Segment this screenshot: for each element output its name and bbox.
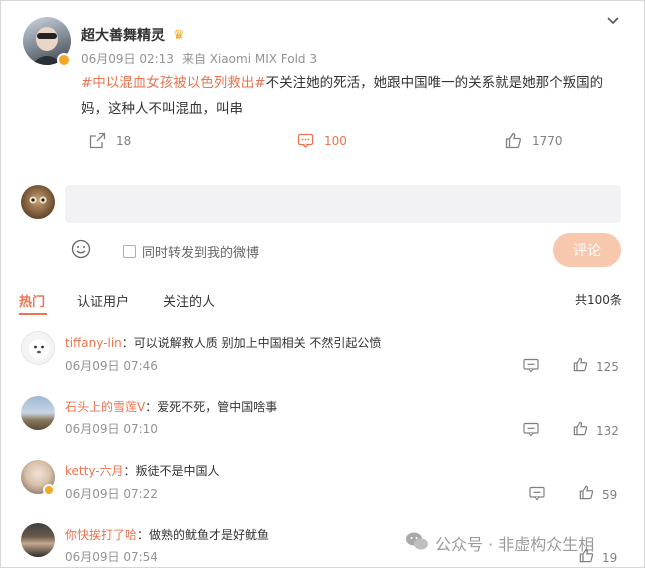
tab-hot-underline (19, 313, 47, 315)
comment-text: ：做熟的鱿鱼才是好鱿鱼 (137, 528, 270, 542)
thumbs-up-icon (505, 132, 522, 149)
weibo-post-card: 超大善舞精灵 ♛ 06月09日 02:13 来自 Xiaomi MIX Fold… (0, 0, 645, 568)
tab-verified[interactable]: 认证用户 (77, 291, 129, 310)
commenter-avatar[interactable] (21, 396, 55, 430)
repost-icon (89, 132, 106, 149)
wechat-icon (405, 531, 429, 555)
also-repost-checkbox[interactable] (123, 245, 136, 258)
post-body: #中以混血女孩被以色列救出#不关注她的死活，她跟中国唯一的关系就是她那个叛国的 … (81, 70, 621, 122)
commenter-avatar[interactable] (21, 523, 55, 557)
comment-like-button[interactable]: 132 (573, 421, 619, 440)
verified-badge (57, 53, 71, 67)
reply-icon[interactable] (529, 486, 545, 505)
comment-button[interactable]: 100 (297, 132, 347, 149)
post-text-line2: 妈，这种人不叫混血，叫串 (81, 101, 243, 117)
hashtag-link[interactable]: #中以混血女孩被以色列救出# (81, 75, 266, 91)
author-name[interactable]: 超大善舞精灵 (81, 25, 165, 45)
comment-time: 06月09日 07:10 (65, 422, 158, 436)
post-text-line1: 不关注她的死活，她跟中国唯一的关系就是她那个叛国的 (265, 75, 604, 91)
comment-like-count: 19 (602, 550, 618, 565)
emoji-icon[interactable] (71, 239, 91, 263)
comment-body: 石头上的雪莲V：爱死不死，管中国啥事 (65, 398, 277, 415)
post-source: 来自 Xiaomi MIX Fold 3 (181, 52, 317, 66)
comment-text: ：可以说解救人质 别加上中国相关 不然引起公愤 (121, 336, 382, 350)
thumbs-up-icon (573, 357, 588, 376)
thumbs-up-icon (573, 421, 588, 440)
comment-like-button[interactable]: 125 (573, 357, 619, 376)
comment-count: 100 (324, 133, 347, 148)
tab-hot[interactable]: 热门 (19, 291, 45, 310)
comment-time: 06月09日 07:46 (65, 359, 158, 373)
comment-like-count: 132 (596, 423, 619, 438)
comment-like-count: 59 (602, 487, 618, 502)
comment-body: 你快挨打了哈：做熟的鱿鱼才是好鱿鱼 (65, 526, 269, 543)
comment-text: ：爱死不死，管中国啥事 (145, 400, 278, 414)
thumbs-up-icon (579, 485, 594, 504)
like-count: 1770 (532, 133, 563, 148)
watermark-text: 公众号 · 非虚构众生相 (435, 535, 595, 554)
commenter-name[interactable]: 石头上的雪莲V (65, 400, 145, 414)
watermark: 公众号 · 非虚构众生相 (405, 531, 594, 555)
reply-icon[interactable] (523, 358, 539, 377)
comment-like-count: 125 (596, 359, 619, 374)
comment-total: 共100条 (575, 293, 622, 307)
expand-chevron-icon[interactable] (605, 13, 621, 33)
post-time[interactable]: 06月09日 02:13 (81, 50, 174, 67)
comment-time: 06月09日 07:22 (65, 487, 158, 501)
verified-badge (43, 484, 55, 496)
commenter-avatar[interactable] (21, 331, 55, 365)
commenter-name[interactable]: tiffany-lin (65, 336, 122, 350)
current-user-avatar[interactable] (21, 185, 55, 219)
also-repost-label: 同时转发到我的微博 (142, 246, 260, 261)
crown-icon: ♛ (173, 27, 185, 43)
comment-body: ketty-六月：叛徒不是中国人 (65, 462, 220, 479)
comment-input[interactable] (65, 185, 621, 223)
tab-following[interactable]: 关注的人 (163, 291, 215, 310)
like-button[interactable]: 1770 (505, 132, 563, 149)
comment-body: tiffany-lin：可以说解救人质 别加上中国相关 不然引起公愤 (65, 334, 381, 351)
comment-like-button[interactable]: 59 (579, 485, 617, 504)
comment-time: 06月09日 07:54 (65, 550, 158, 564)
repost-button[interactable]: 18 (89, 132, 131, 149)
reply-icon[interactable] (523, 422, 539, 441)
submit-comment-button[interactable]: 评论 (553, 233, 621, 267)
commenter-name[interactable]: 你快挨打了哈 (65, 528, 137, 542)
repost-count: 18 (116, 133, 132, 148)
commenter-name[interactable]: ketty-六月 (65, 464, 124, 478)
comment-icon (297, 132, 314, 149)
comment-text: ：叛徒不是中国人 (123, 464, 220, 478)
